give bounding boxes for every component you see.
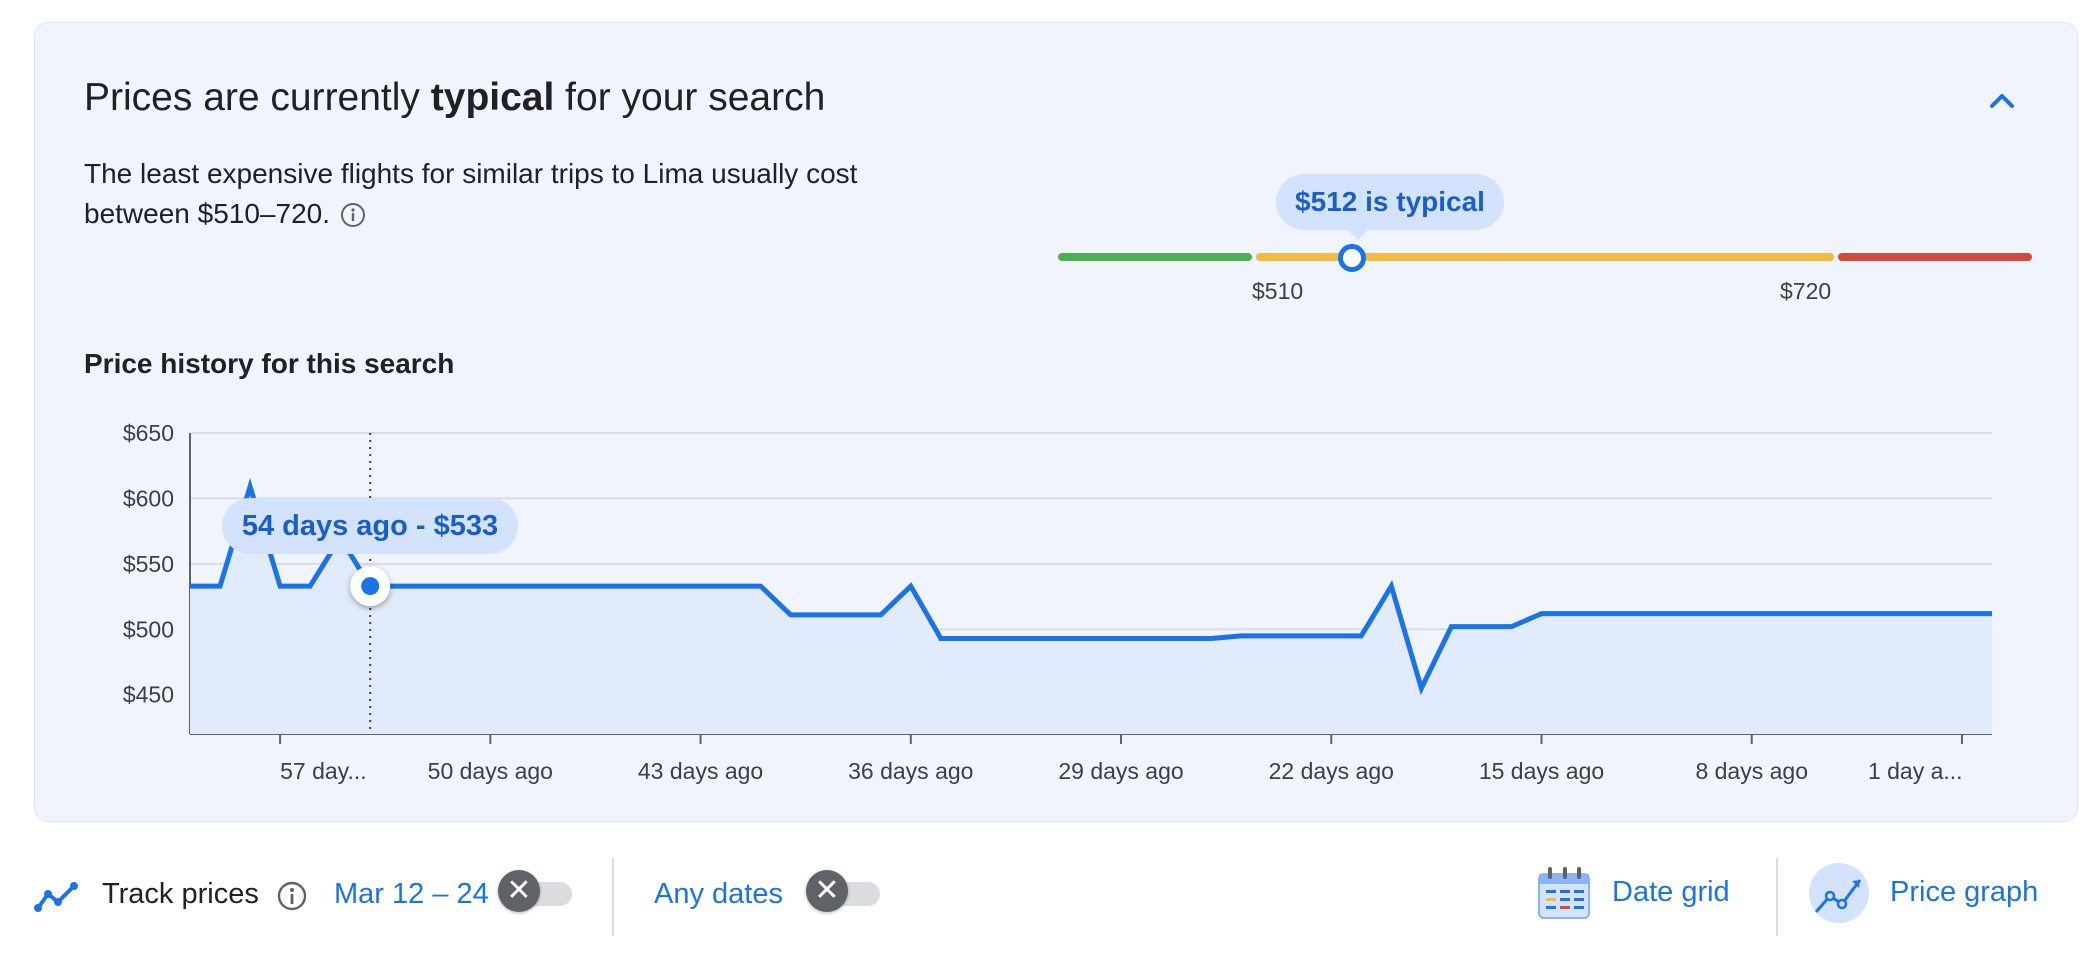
x-tick-label: 57 day... [280, 758, 367, 784]
toolbar-divider [1776, 858, 1778, 936]
y-tick-label: $550 [123, 551, 174, 577]
track-dates-toggle[interactable]: ✕ [498, 870, 574, 914]
date-grid-button[interactable]: Date grid [1612, 876, 1730, 909]
any-dates-label[interactable]: Any dates [654, 878, 783, 911]
y-tick-label: $500 [123, 616, 174, 642]
x-tick-label: 8 days ago [1695, 758, 1808, 784]
any-dates-toggle[interactable]: ✕ [806, 870, 882, 914]
price-history-chart[interactable]: $650 $600 $550 $500 $450 57 day... 50 days ago… [0, 0, 2092, 968]
y-tick-label: $600 [123, 485, 174, 511]
date-grid-icon[interactable] [1536, 864, 1592, 930]
x-tick-label: 50 days ago [428, 758, 553, 784]
chart-tooltip: 54 days ago - $533 [222, 498, 518, 554]
price-graph-icon[interactable] [1808, 862, 1870, 932]
y-tick-label: $450 [123, 682, 174, 708]
track-date-range-link[interactable]: Mar 12 – 24 [334, 878, 489, 911]
x-tick-label: 22 days ago [1269, 758, 1394, 784]
price-graph-button[interactable]: Price graph [1890, 876, 2038, 909]
trend-icon [34, 878, 82, 922]
x-tick-label: 29 days ago [1058, 758, 1183, 784]
track-prices-label: Track prices [102, 878, 259, 910]
hover-point [361, 577, 380, 596]
x-tick-label: 1 day a... [1868, 758, 1963, 784]
y-tick-label: $650 [123, 420, 174, 446]
toolbar-divider [612, 858, 614, 936]
close-icon: ✕ [498, 870, 540, 912]
x-tick-label: 43 days ago [638, 758, 763, 784]
x-tick-label: 15 days ago [1479, 758, 1604, 784]
close-icon: ✕ [806, 870, 848, 912]
x-tick-label: 36 days ago [848, 758, 973, 784]
track-info-icon[interactable] [276, 880, 308, 920]
